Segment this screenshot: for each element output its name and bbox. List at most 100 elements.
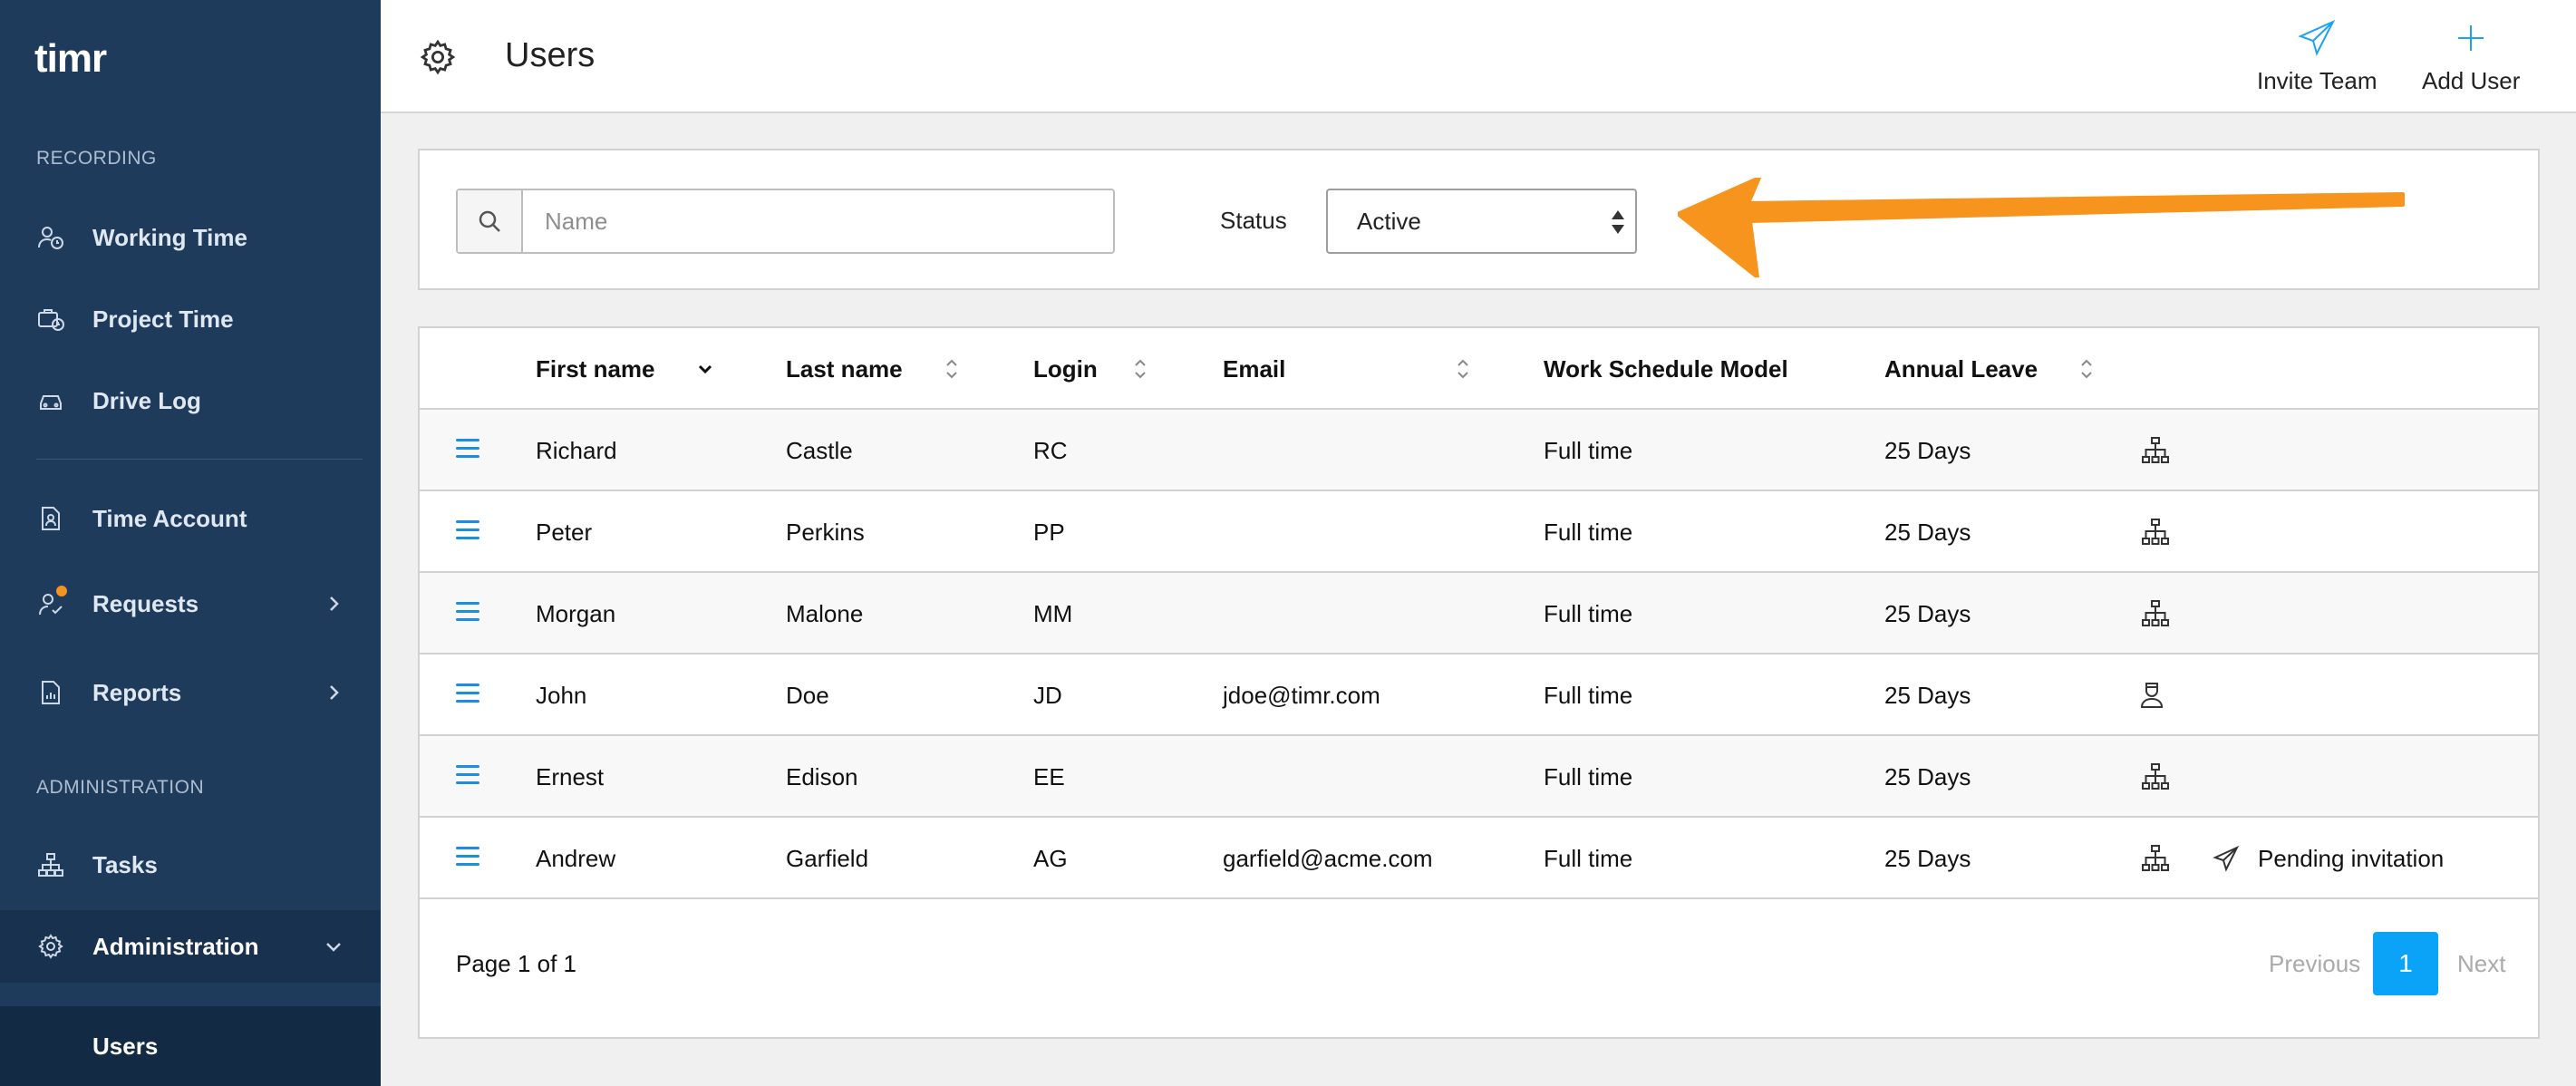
users-table: First name Last name Login Email Work Sc… — [418, 326, 2540, 1039]
hamburger-menu-icon[interactable] — [456, 684, 479, 703]
logo-text: timr — [34, 36, 107, 81]
table-row[interactable]: John Doe JD jdoe@timr.com Full time 25 D… — [420, 655, 2538, 736]
table-row[interactable]: Andrew Garfield AG garfield@acme.com Ful… — [420, 818, 2538, 899]
sidebar-item-label: Administration — [92, 932, 259, 960]
sort-icon[interactable] — [944, 355, 960, 383]
timr-logo[interactable]: timr — [34, 36, 107, 82]
column-last-name[interactable]: Last name — [786, 355, 903, 383]
cell-last-name: Malone — [786, 600, 864, 627]
sidebar-subitem-users[interactable]: Users — [0, 1006, 381, 1086]
cell-email: garfield@acme.com — [1223, 845, 1433, 872]
hamburger-menu-icon[interactable] — [456, 765, 479, 785]
section-label-administration: ADMINISTRATION — [36, 777, 205, 798]
cell-last-name: Castle — [786, 437, 853, 464]
sort-desc-icon[interactable] — [697, 355, 713, 383]
table-header: First name Last name Login Email Work Sc… — [420, 328, 2538, 410]
cell-schedule: Full time — [1544, 437, 1633, 464]
sidebar-item-label: Reports — [92, 678, 182, 706]
table-row[interactable]: Morgan Malone MM Full time 25 Days — [420, 573, 2538, 655]
column-login[interactable]: Login — [1033, 355, 1098, 383]
cell-schedule: Full time — [1544, 763, 1633, 790]
table-row[interactable]: Richard Castle RC Full time 25 Days — [420, 410, 2538, 491]
status-label: Status — [1220, 207, 1287, 234]
sidebar-item-working-time[interactable]: Working Time — [0, 201, 381, 274]
cell-login: EE — [1033, 763, 1065, 790]
cell-annual-leave: 25 Days — [1884, 682, 1971, 709]
chevron-right-icon — [323, 593, 344, 615]
cell-login: AG — [1033, 845, 1068, 872]
page-info: Page 1 of 1 — [456, 950, 576, 977]
cell-annual-leave: 25 Days — [1884, 437, 1971, 464]
invite-team-button[interactable]: Invite Team — [2257, 18, 2377, 95]
user-clock-icon — [36, 223, 65, 252]
sidebar-item-label: Project Time — [92, 305, 234, 333]
page-header: Users Invite Team Add User — [381, 0, 2576, 113]
add-user-label: Add User — [2422, 67, 2521, 94]
cell-annual-leave: 25 Days — [1884, 600, 1971, 627]
search-group — [456, 189, 1115, 254]
next-page-button[interactable]: Next — [2457, 950, 2505, 978]
sidebar-item-time-account[interactable]: Time Account — [0, 482, 381, 555]
status-select[interactable]: Active — [1326, 189, 1637, 254]
hierarchy-icon[interactable] — [2140, 843, 2171, 874]
sidebar-item-drive-log[interactable]: Drive Log — [0, 364, 381, 437]
notification-dot — [56, 586, 67, 596]
sort-icon[interactable] — [1132, 355, 1148, 383]
table-row[interactable]: Peter Perkins PP Full time 25 Days — [420, 491, 2538, 573]
previous-page-button[interactable]: Previous — [2269, 950, 2360, 978]
car-icon — [36, 386, 65, 415]
column-email[interactable]: Email — [1223, 355, 1285, 383]
select-arrows-icon — [1610, 210, 1626, 236]
sidebar-item-tasks[interactable]: Tasks — [0, 829, 381, 901]
cell-pending-status: Pending invitation — [2258, 845, 2445, 872]
add-user-button[interactable]: Add User — [2422, 18, 2520, 95]
sort-icon[interactable] — [1455, 355, 1471, 383]
cell-last-name: Garfield — [786, 845, 869, 872]
cell-login: RC — [1033, 437, 1068, 464]
column-first-name[interactable]: First name — [536, 355, 655, 383]
sidebar-item-reports[interactable]: Reports — [0, 656, 381, 729]
hierarchy-icon[interactable] — [2140, 761, 2171, 792]
hierarchy-icon[interactable] — [2140, 598, 2171, 629]
table-row[interactable]: Ernest Edison EE Full time 25 Days — [420, 736, 2538, 818]
sort-icon[interactable] — [2078, 355, 2095, 383]
sidebar-item-project-time[interactable]: Project Time — [0, 283, 381, 355]
name-search-input[interactable] — [523, 190, 1113, 252]
sidebar-item-label: Working Time — [92, 223, 247, 251]
hierarchy-icon[interactable] — [2140, 435, 2171, 466]
sidebar-item-requests[interactable]: Requests — [0, 567, 381, 640]
column-annual-leave[interactable]: Annual Leave — [1884, 355, 2038, 383]
sidebar-item-label: Time Account — [92, 504, 247, 532]
sidebar-item-label: Requests — [92, 589, 199, 617]
hamburger-menu-icon[interactable] — [456, 439, 479, 459]
hamburger-menu-icon[interactable] — [456, 847, 479, 867]
gear-icon — [419, 38, 457, 76]
cell-first-name: John — [536, 682, 587, 709]
hierarchy-icon[interactable] — [2140, 517, 2171, 548]
column-work-schedule-model[interactable]: Work Schedule Model — [1544, 355, 1788, 383]
page-1-button[interactable]: 1 — [2373, 932, 2438, 995]
cell-login: PP — [1033, 519, 1065, 546]
sidebar-item-label: Tasks — [92, 850, 158, 878]
cell-schedule: Full time — [1544, 682, 1633, 709]
sidebar-divider — [36, 459, 363, 460]
chevron-right-icon — [323, 682, 344, 703]
user-badge-icon[interactable] — [2136, 680, 2167, 711]
cell-first-name: Ernest — [536, 763, 605, 790]
sidebar-item-administration[interactable]: Administration — [0, 910, 381, 983]
plus-icon — [2451, 18, 2491, 58]
cell-last-name: Doe — [786, 682, 829, 709]
sidebar: timr RECORDING Working Time Project Time… — [0, 0, 381, 1086]
hamburger-menu-icon[interactable] — [456, 520, 479, 540]
status-selected-value: Active — [1357, 207, 1421, 235]
cell-last-name: Perkins — [786, 519, 865, 546]
cell-first-name: Morgan — [536, 600, 616, 627]
pagination-bar: Page 1 of 1 Previous 1 Next — [420, 899, 2538, 1008]
paper-plane-icon — [2213, 845, 2240, 872]
cell-schedule: Full time — [1544, 519, 1633, 546]
cell-first-name: Andrew — [536, 845, 616, 872]
cell-first-name: Richard — [536, 437, 617, 464]
cell-last-name: Edison — [786, 763, 858, 790]
hamburger-menu-icon[interactable] — [456, 602, 479, 622]
briefcase-clock-icon — [36, 305, 65, 334]
